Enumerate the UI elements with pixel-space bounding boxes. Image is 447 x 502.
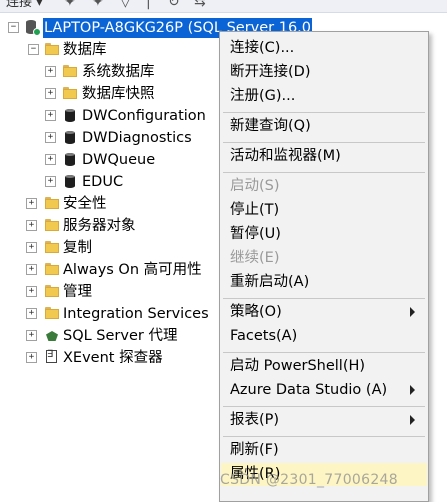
tree-node-dwconfiguration[interactable]: + DWConfiguration [0,105,218,127]
database-label: DWConfiguration [82,108,206,124]
menu-item-pause[interactable]: 暂停(U) [221,223,427,246]
management-label: 管理 [63,284,92,300]
watermark: CSDN @2301_77006248 [220,472,398,488]
context-menu: 连接(C)... 断开连接(D) 注册(G)... 新建查询(Q) 活动和监视器… [219,31,429,502]
expand-toggle[interactable]: + [26,242,37,253]
tree-node-always-on[interactable]: + Always On 高可用性 [0,259,218,281]
folder-icon [44,217,60,233]
submenu-arrow-icon [410,385,415,395]
security-label: 安全性 [63,196,107,212]
menu-separator [223,172,425,173]
submenu-arrow-icon [410,415,415,425]
menu-separator [223,436,425,437]
databases-label: 数据库 [63,42,107,58]
menu-item-new-query[interactable]: 新建查询(Q) [221,115,427,138]
replication-label: 复制 [63,240,92,256]
menu-item-start-powershell[interactable]: 启动 PowerShell(H) [221,355,427,378]
expand-toggle[interactable]: + [26,330,37,341]
database-label: DWDiagnostics [82,130,192,146]
tree-node-replication[interactable]: + 复制 [0,237,218,259]
expand-toggle[interactable]: + [45,132,56,143]
agent-icon [44,327,60,343]
menu-separator [223,112,425,113]
tree-node-dwdiagnostics[interactable]: + DWDiagnostics [0,127,218,149]
folder-icon [62,85,78,101]
database-icon [62,107,78,123]
menu-separator [223,352,425,353]
expand-toggle[interactable]: + [26,198,37,209]
sql-agent-label: SQL Server 代理 [63,328,178,344]
menu-item-stop[interactable]: 停止(T) [221,199,427,222]
filter-icon[interactable]: ▽ [120,0,131,10]
expand-toggle[interactable]: + [45,176,56,187]
menu-item-disconnect[interactable]: 断开连接(D) [221,61,427,84]
collapse-toggle[interactable]: − [8,22,19,33]
expand-toggle[interactable]: + [26,308,37,319]
folder-icon [44,239,60,255]
tree-node-integration-services[interactable]: + Integration Services [0,303,218,325]
tree-node-xevent-profiler[interactable]: + XEvent 探查器 [0,347,218,369]
expand-toggle[interactable]: + [26,264,37,275]
menu-item-azure-data-studio[interactable]: Azure Data Studio (A) [221,379,427,402]
menu-item-start: 启动(S) [230,178,280,194]
menu-item-policies[interactable]: 策略(O) [221,301,427,324]
tree-node-server-objects[interactable]: + 服务器对象 [0,215,218,237]
database-icon [62,151,78,167]
submenu-arrow-icon [410,307,415,317]
separator-icon: | [146,0,151,10]
folder-icon [62,63,78,79]
expand-toggle[interactable]: + [45,154,56,165]
database-label: DWQueue [82,152,156,168]
disconnect-icon[interactable]: ✦ [92,0,104,10]
menu-item-reports[interactable]: 报表(P) [221,409,427,432]
database-icon [62,173,78,189]
menu-separator [223,298,425,299]
server-objects-label: 服务器对象 [63,218,136,234]
collapse-toggle[interactable]: − [28,44,39,55]
tree-node-system-databases[interactable]: + 系统数据库 [0,61,218,83]
menu-item-connect[interactable]: 连接(C)... [221,37,427,60]
expand-toggle[interactable]: + [45,66,56,77]
folder-icon [44,41,60,57]
expand-toggle[interactable]: + [45,110,56,121]
tree-node-databases[interactable]: − 数据库 [0,39,200,61]
expand-toggle[interactable]: + [26,220,37,231]
tree-node-database-snapshots[interactable]: + 数据库快照 [0,83,218,105]
expand-toggle[interactable]: + [26,352,37,363]
menu-item-facets[interactable]: Facets(A) [221,325,427,348]
refresh-icon[interactable]: ↻ [168,0,180,10]
always-on-label: Always On 高可用性 [63,262,202,278]
database-icon [62,129,78,145]
toolbar: 连接 ▾ ✦ ✦ ▽ | ↻ ⇆ [0,0,447,13]
integration-services-label: Integration Services [63,306,209,322]
menu-item-activity-monitor[interactable]: 活动和监视器(M) [221,145,427,168]
menu-separator [223,406,425,407]
activity-icon[interactable]: ⇆ [194,0,206,10]
folder-icon [44,305,60,321]
folder-icon [44,283,60,299]
menu-item-refresh[interactable]: 刷新(F) [221,439,427,462]
database-snapshots-label: 数据库快照 [82,86,155,102]
xevent-profiler-label: XEvent 探查器 [63,350,163,366]
connect-dropdown[interactable]: 连接 ▾ [6,0,43,10]
menu-separator [223,142,425,143]
connect-icon[interactable]: ✦ [64,0,76,10]
tree-node-management[interactable]: + 管理 [0,281,218,303]
system-databases-label: 系统数据库 [82,64,155,80]
server-icon [24,19,41,36]
database-label: EDUC [82,174,124,190]
tree-node-educ[interactable]: + EDUC [0,171,218,193]
folder-icon [44,261,60,277]
tree-node-dwqueue[interactable]: + DWQueue [0,149,218,171]
menu-item-resume: 继续(E) [230,250,280,266]
expand-toggle[interactable]: + [26,286,37,297]
menu-item-restart[interactable]: 重新启动(A) [221,271,427,294]
expand-toggle[interactable]: + [45,88,56,99]
xevent-icon [44,349,60,365]
tree-node-sql-agent[interactable]: + SQL Server 代理 [0,325,218,347]
folder-icon [44,195,60,211]
tree-node-security[interactable]: + 安全性 [0,193,218,215]
menu-item-register[interactable]: 注册(G)... [221,85,427,108]
